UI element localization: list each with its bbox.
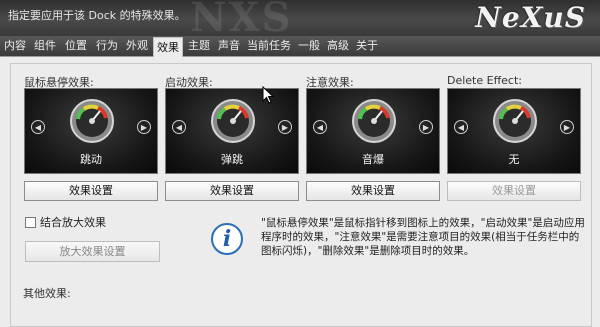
tab-themes[interactable]: 主题 (187, 36, 211, 56)
previous-effect-button[interactable]: ◀ (172, 120, 186, 134)
gauge-icon (493, 99, 537, 143)
attention-effect-value: 音爆 (362, 153, 384, 166)
tab-general[interactable]: 一般 (297, 36, 321, 56)
header-description: 指定要应用于该 Dock 的特殊效果。 (8, 9, 186, 22)
effects-panel: 鼠标悬停效果: ◀ ▶ 跳动 效果设置 启动效果: ◀ ▶ 弹跳 效果设置 注意… (10, 63, 592, 327)
zoom-effect-checkbox-label: 结合放大效果 (40, 216, 106, 229)
tab-advanced[interactable]: 高级 (326, 36, 350, 56)
gauge-icon (352, 99, 396, 143)
previous-effect-button[interactable]: ◀ (313, 120, 327, 134)
delete-effect-settings-button[interactable]: 效果设置 (447, 181, 581, 201)
info-icon: i (211, 223, 243, 255)
tab-about[interactable]: 关于 (355, 36, 379, 56)
next-effect-button[interactable]: ▶ (137, 120, 151, 134)
delete-effect-value: 无 (508, 153, 520, 166)
launch-effect-settings-button[interactable]: 效果设置 (165, 181, 299, 201)
tab-effects[interactable]: 效果 (153, 37, 183, 58)
nexus-logo: NeXuS (475, 1, 586, 34)
window-header: NXS 指定要应用于该 Dock 的特殊效果。 NeXuS (0, 0, 600, 36)
tab-appearance[interactable]: 外观 (125, 36, 149, 56)
launch-effect-value: 弹跳 (221, 153, 243, 166)
tab-current-tasks[interactable]: 当前任务 (247, 36, 291, 56)
background-logo-watermark: NXS (190, 0, 293, 36)
mouseover-effect-value: 跳动 (80, 153, 102, 166)
previous-effect-button[interactable]: ◀ (31, 120, 45, 134)
next-effect-button[interactable]: ▶ (560, 120, 574, 134)
zoom-effect-settings-button[interactable]: 放大效果设置 (25, 241, 160, 262)
delete-effect-title: Delete Effect: (447, 74, 523, 87)
mouseover-effect-settings-button[interactable]: 效果设置 (24, 181, 158, 201)
tab-content[interactable]: 内容 (4, 36, 26, 56)
tab-bar: 内容 组件 位置 行为 外观 效果 主题 声音 当前任务 一般 高级 关于 (0, 36, 600, 58)
gauge-icon (211, 99, 255, 143)
previous-effect-button[interactable]: ◀ (454, 120, 468, 134)
launch-effect-preview: ◀ ▶ 弹跳 (165, 88, 299, 174)
attention-effect-preview: ◀ ▶ 音爆 (306, 88, 440, 174)
mouse-cursor-icon (262, 86, 274, 104)
next-effect-button[interactable]: ▶ (419, 120, 433, 134)
effects-page: 鼠标悬停效果: ◀ ▶ 跳动 效果设置 启动效果: ◀ ▶ 弹跳 效果设置 注意… (0, 57, 600, 327)
effects-info-text: "鼠标悬停效果"是鼠标指针移到图标上的效果，"启动效果"是启动应用程序时的效果，… (261, 217, 585, 257)
tab-position[interactable]: 位置 (64, 36, 88, 56)
tab-behavior[interactable]: 行为 (95, 36, 119, 56)
other-effects-label: 其他效果: (23, 287, 71, 300)
tab-sounds[interactable]: 声音 (217, 36, 241, 56)
delete-effect-preview: ◀ ▶ 无 (447, 88, 581, 174)
mouseover-effect-preview: ◀ ▶ 跳动 (24, 88, 158, 174)
next-effect-button[interactable]: ▶ (278, 120, 292, 134)
attention-effect-settings-button[interactable]: 效果设置 (306, 181, 440, 201)
zoom-effect-checkbox-row[interactable]: 结合放大效果 (25, 214, 106, 230)
gauge-icon (70, 99, 114, 143)
tab-components[interactable]: 组件 (33, 36, 57, 56)
zoom-effect-checkbox[interactable] (25, 216, 36, 228)
